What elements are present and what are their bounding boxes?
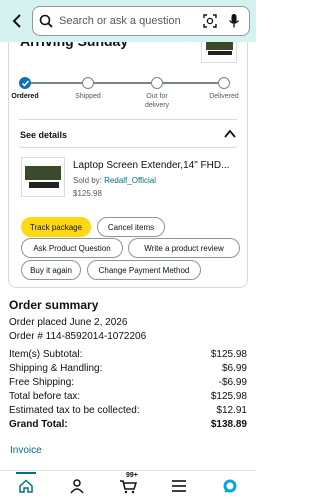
cart-icon [119, 479, 137, 493]
chevron-up-icon[interactable] [223, 127, 237, 141]
row-label: Free Shipping: [9, 377, 75, 388]
product-image[interactable] [21, 157, 65, 197]
progress-step-label: Out for delivery [144, 93, 170, 109]
row-label: Estimated tax to be collected: [9, 405, 140, 416]
camera-scan-icon[interactable] [201, 12, 219, 30]
row-label: Shipping & Handling: [9, 363, 103, 374]
search-box[interactable]: Search or ask a question [32, 6, 250, 36]
product-title[interactable]: Laptop Screen Extender,14" FHD... [73, 160, 243, 171]
row-value: $125.98 [210, 391, 247, 402]
nav-account[interactable] [62, 472, 92, 500]
seller-link[interactable]: Redalf_Official [104, 176, 156, 185]
order-summary: Order summary Order placed June 2, 2026 … [9, 298, 247, 344]
home-icon [18, 478, 33, 493]
row-value: $6.99 [221, 363, 247, 374]
sold-by-label: Sold by: [73, 176, 105, 185]
nav-menu[interactable] [164, 472, 194, 500]
ask-product-question-button[interactable]: Ask Product Question [21, 238, 123, 258]
progress-step-dot [82, 77, 94, 89]
track-package-button[interactable]: Track package [21, 217, 91, 237]
progress-step-dot [151, 77, 163, 89]
search-input[interactable]: Search or ask a question [59, 15, 195, 27]
see-details-toggle[interactable]: See details [20, 130, 67, 140]
checkmark-icon [21, 80, 29, 87]
hamburger-menu-icon [172, 479, 187, 492]
row-value: $125.98 [210, 349, 247, 360]
nav-alexa[interactable] [215, 472, 245, 500]
shipment-card: Arriving Sunday OrderedShippedOut for de… [8, 26, 248, 288]
order-number: Order # 114-8592014-1072206 [9, 331, 147, 342]
chevron-left-icon [12, 14, 21, 28]
back-button[interactable] [6, 6, 28, 36]
progress-tracker: Ordered Shipped Out for delivery Delivered [9, 77, 249, 137]
buy-again-button[interactable]: Buy it again [21, 260, 81, 280]
cart-count-badge: 99+ [125, 471, 138, 479]
nav-home[interactable] [11, 471, 41, 500]
sold-by: Sold by: Redalf_Official [73, 176, 156, 185]
progress-step-dot [19, 77, 31, 89]
tax-row: Estimated tax to be collected: $12.91 [9, 404, 247, 418]
bottom-nav: 99+ [0, 470, 256, 500]
top-search-bar: Search or ask a question [0, 0, 256, 42]
person-icon [70, 478, 84, 493]
alexa-icon [223, 479, 237, 493]
row-label: Item(s) Subtotal: [9, 349, 83, 360]
change-payment-button[interactable]: Change Payment Method [87, 260, 201, 280]
row-label: Grand Total: [9, 419, 68, 430]
progress-step-dot [218, 77, 230, 89]
nav-cart[interactable]: 99+ [113, 472, 143, 500]
progress-step-label: Ordered [11, 93, 39, 100]
order-placed-date: Order placed June 2, 2026 [9, 317, 128, 328]
progress-step-label: Shipped [75, 93, 101, 100]
row-value: -$6.99 [218, 377, 247, 388]
order-summary-title: Order summary [9, 298, 99, 312]
search-icon [39, 14, 53, 28]
subtotal-row: Item(s) Subtotal: $125.98 [9, 348, 247, 362]
write-review-button[interactable]: Write a product review [128, 238, 240, 258]
row-label: Total before tax: [9, 391, 81, 402]
row-value: $138.89 [210, 419, 247, 430]
row-value: $12.91 [216, 405, 247, 416]
divider [19, 147, 237, 148]
active-indicator [15, 471, 36, 474]
cancel-items-button[interactable]: Cancel items [97, 217, 165, 237]
free-shipping-row: Free Shipping: -$6.99 [9, 376, 247, 390]
grand-total-row: Grand Total: $138.89 [9, 418, 247, 432]
invoice-link[interactable]: Invoice [10, 445, 42, 456]
product-price: $125.98 [73, 189, 102, 198]
shipping-row: Shipping & Handling: $6.99 [9, 362, 247, 376]
divider [19, 119, 237, 120]
progress-line [31, 82, 229, 84]
total-before-tax-row: Total before tax: $125.98 [9, 390, 247, 404]
order-totals: Item(s) Subtotal: $125.98 Shipping & Hand… [9, 348, 247, 432]
microphone-icon[interactable] [225, 12, 243, 30]
progress-step-label: Delivered [209, 93, 239, 100]
